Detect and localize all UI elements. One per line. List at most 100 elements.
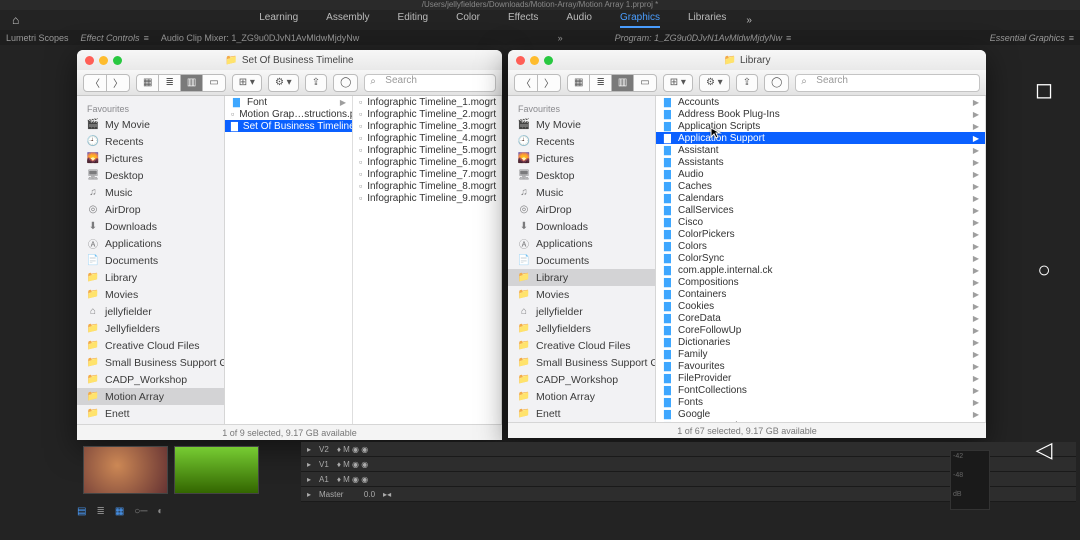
workspace-tab[interactable]: Assembly — [326, 12, 369, 28]
arrange-button[interactable]: ⊞ ▾ — [232, 74, 262, 92]
column-item[interactable]: ▇Caches▶ — [656, 180, 985, 192]
column-item[interactable]: ▫Motion Grap…structions.pdf — [225, 108, 352, 120]
column-item[interactable]: ▇Application Support▶ — [656, 132, 985, 144]
sidebar-item[interactable]: 📁Motion Array — [508, 388, 655, 405]
sidebar-item[interactable]: 🌄Pictures — [77, 150, 224, 167]
sidebar-item[interactable]: 📁Creative Cloud Files — [508, 337, 655, 354]
overflow-icon[interactable]: » — [558, 33, 563, 43]
panel-lumetri[interactable]: Lumetri Scopes — [6, 33, 69, 43]
sort-icon[interactable]: ◐ — [157, 506, 163, 517]
sidebar-item[interactable]: ♫Music — [77, 184, 224, 201]
sidebar-item[interactable]: 📁Enett — [508, 405, 655, 422]
column-item[interactable]: ▇Favourites▶ — [656, 360, 985, 372]
workspace-tab[interactable]: Effects — [508, 12, 538, 28]
workspace-tab[interactable]: Learning — [259, 12, 298, 28]
icon-view-icon[interactable]: ≣ — [96, 506, 104, 517]
column-item[interactable]: ▫Infographic Timeline_6.mogrt — [353, 156, 501, 168]
share-button[interactable]: ⇪ — [305, 74, 327, 92]
search-input[interactable]: Search — [795, 74, 980, 92]
sidebar-item[interactable]: 🕘Recents — [77, 133, 224, 150]
list-view-icon[interactable]: ▤ — [77, 506, 86, 517]
sidebar-item[interactable]: 🎬My Movie — [77, 116, 224, 133]
workspace-tab[interactable]: Libraries — [688, 12, 726, 28]
sidebar-item[interactable]: ◎AirDrop — [77, 201, 224, 218]
column-item[interactable]: ▫Infographic Timeline_2.mogrt — [353, 108, 501, 120]
column-item[interactable]: ▇Dictionaries▶ — [656, 336, 985, 348]
sidebar-item[interactable]: 📁Jellyfielders — [77, 320, 224, 337]
sidebar-item[interactable]: 📁Enett — [77, 405, 224, 422]
column-item[interactable]: ▇Accounts▶ — [656, 96, 985, 108]
column-item[interactable]: ▫Infographic Timeline_3.mogrt — [353, 120, 501, 132]
overflow-icon[interactable]: » — [746, 15, 752, 26]
tags-button[interactable]: ◯ — [764, 74, 789, 92]
column-item[interactable]: ▇Group Containers▶ — [656, 420, 985, 422]
column-item[interactable]: ▇Containers▶ — [656, 288, 985, 300]
zoom-slider[interactable]: ○─ — [134, 506, 147, 517]
list-view-button[interactable]: ≣ — [159, 74, 180, 92]
sidebar-item[interactable]: 📁Library — [77, 269, 224, 286]
sidebar-item[interactable]: 📁Motion Array — [77, 388, 224, 405]
column-item[interactable]: ▫Infographic Timeline_9.mogrt — [353, 192, 501, 204]
column-view-button[interactable]: ▥ — [612, 74, 634, 92]
sidebar-item[interactable]: ⒶApplications — [508, 235, 655, 252]
icon-view-button[interactable]: ▦ — [136, 74, 159, 92]
column-item[interactable]: ▇Font▶ — [225, 96, 352, 108]
action-button[interactable]: ⚙ ▾ — [268, 74, 299, 92]
panel-audiomixer[interactable]: Audio Clip Mixer: 1_ZG9u0DJvN1AvMldwMjdy… — [161, 33, 359, 43]
column-view-button[interactable]: ▥ — [181, 74, 203, 92]
sidebar-item[interactable]: 🕘Recents — [508, 133, 655, 150]
minimize-icon[interactable] — [99, 56, 108, 65]
column-item[interactable]: ▇CoreFollowUp▶ — [656, 324, 985, 336]
column-item[interactable]: ▫Infographic Timeline_1.mogrt — [353, 96, 501, 108]
gallery-view-button[interactable]: ▭ — [203, 74, 225, 92]
zoom-icon[interactable] — [544, 56, 553, 65]
column-item[interactable]: ▇Compositions▶ — [656, 276, 985, 288]
list-view-button[interactable]: ≣ — [590, 74, 611, 92]
sidebar-item[interactable]: ⌂jellyfielder — [77, 303, 224, 320]
column-item[interactable]: ▫Infographic Timeline_7.mogrt — [353, 168, 501, 180]
action-button[interactable]: ⚙ ▾ — [699, 74, 730, 92]
sidebar-item[interactable]: 📁Movies — [508, 286, 655, 303]
sidebar-item[interactable]: 📁Jellyfielders — [508, 320, 655, 337]
workspace-tab[interactable]: Audio — [566, 12, 592, 28]
sidebar-item[interactable]: 📁Creative Cloud Files — [77, 337, 224, 354]
column-item[interactable]: ▇ColorSync▶ — [656, 252, 985, 264]
column-item[interactable]: ▇ColorPickers▶ — [656, 228, 985, 240]
home-icon[interactable]: ⌂ — [12, 13, 19, 27]
close-icon[interactable] — [85, 56, 94, 65]
sidebar-item[interactable]: 📁Small Business Support Gr… — [77, 354, 224, 371]
panel-program[interactable]: Program: 1_ZG9u0DJvN1AvMldwMjdyNw ≡ — [615, 33, 792, 43]
column-item[interactable]: ▇Colors▶ — [656, 240, 985, 252]
sidebar-item[interactable]: ◎AirDrop — [508, 201, 655, 218]
sidebar-item[interactable]: 📄Documents — [77, 252, 224, 269]
column-item[interactable]: ▇Address Book Plug-Ins▶ — [656, 108, 985, 120]
column-item[interactable]: ▇Assistant▶ — [656, 144, 985, 156]
sidebar-item[interactable]: 🖥Desktop — [508, 167, 655, 184]
sidebar-item[interactable]: 📁Small Business Support Gr… — [508, 354, 655, 371]
clip-thumbnail[interactable] — [83, 446, 168, 494]
column-item[interactable]: ▇Calendars▶ — [656, 192, 985, 204]
close-icon[interactable] — [516, 56, 525, 65]
sidebar-item[interactable]: 🖥Desktop — [77, 167, 224, 184]
circle-icon[interactable]: ○ — [1037, 257, 1050, 283]
column-item[interactable]: ▇com.apple.internal.ck▶ — [656, 264, 985, 276]
column-item[interactable]: ▇Cisco▶ — [656, 216, 985, 228]
search-input[interactable]: Search — [364, 74, 496, 92]
sidebar-item[interactable]: ⬇Downloads — [508, 218, 655, 235]
sidebar-item[interactable]: ⒶApplications — [77, 235, 224, 252]
column-item[interactable]: ▇Fonts▶ — [656, 396, 985, 408]
column-item[interactable]: ▇CoreData▶ — [656, 312, 985, 324]
column-item[interactable]: ▫Infographic Timeline_8.mogrt — [353, 180, 501, 192]
column-item[interactable]: ▇Assistants▶ — [656, 156, 985, 168]
back-button[interactable]: 〈 — [514, 74, 538, 92]
workspace-tab[interactable]: Graphics — [620, 12, 660, 28]
share-button[interactable]: ⇪ — [736, 74, 758, 92]
back-triangle-icon[interactable]: ◁ — [1036, 437, 1053, 463]
sidebar-item[interactable]: 📁Movies — [77, 286, 224, 303]
column-item[interactable]: ▇Application Scripts▶ — [656, 120, 985, 132]
column-item[interactable]: ▇FileProvider▶ — [656, 372, 985, 384]
titlebar[interactable]: 📁Set Of Business Timeline — [77, 50, 502, 70]
titlebar[interactable]: 📁Library — [508, 50, 986, 70]
tags-button[interactable]: ◯ — [333, 74, 358, 92]
sidebar-item[interactable]: 🎬My Movie — [508, 116, 655, 133]
